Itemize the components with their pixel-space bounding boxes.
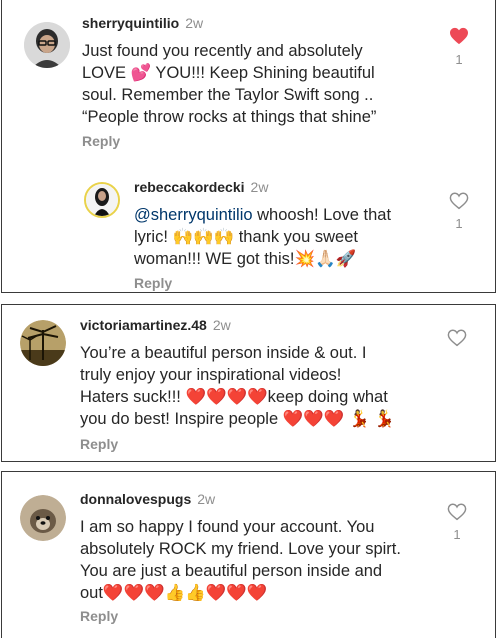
comment-time: 2w bbox=[212, 317, 231, 333]
profile-photo-icon bbox=[20, 495, 66, 541]
heart-filled-icon bbox=[450, 27, 468, 45]
comment-panel: victoriamartinez.48 2w You’re a beautiful… bbox=[1, 304, 496, 462]
avatar-donnalovespugs[interactable] bbox=[20, 495, 66, 541]
reply-button[interactable]: Reply bbox=[80, 608, 118, 624]
comment-line: absolutely ROCK my friend. Love your spi… bbox=[80, 540, 401, 558]
profile-photo-icon bbox=[24, 22, 70, 68]
comment-line: woman!!! WE got this!💥🙏🏻🚀 bbox=[134, 250, 357, 268]
avatar-rebeccakordecki[interactable] bbox=[84, 182, 120, 218]
profile-photo-icon bbox=[20, 320, 66, 366]
comment-username[interactable]: sherryquintilio 2w bbox=[82, 15, 203, 31]
comment-line: You are just a beautiful person inside a… bbox=[80, 562, 383, 580]
heart-outline-icon bbox=[447, 329, 467, 347]
comment-time: 2w bbox=[250, 179, 269, 195]
comment-username[interactable]: donnalovespugs 2w bbox=[80, 491, 215, 507]
like-button[interactable] bbox=[448, 192, 470, 210]
comment-text: I am so happy I found your account. You … bbox=[80, 516, 401, 604]
comment-line: Just found you recently and absolutely bbox=[82, 42, 363, 60]
like-button[interactable] bbox=[446, 503, 468, 521]
comment-panel: donnalovespugs 2w I am so happy I found y… bbox=[1, 471, 496, 638]
comment-time: 2w bbox=[185, 15, 204, 31]
mention-link[interactable]: @sherryquintilio bbox=[134, 206, 253, 224]
comment-thread-panel: sherryquintilio 2w Just found you recentl… bbox=[1, 0, 496, 293]
comment-line: LOVE 💕 YOU!!! Keep Shining beautiful bbox=[82, 64, 375, 82]
heart-outline-icon bbox=[447, 503, 467, 521]
comment-text: @sherryquintilio whoosh! Love that lyric… bbox=[134, 204, 391, 270]
like-count: 1 bbox=[455, 52, 463, 67]
comment-line: soul. Remember the Taylor Swift song .. bbox=[82, 86, 374, 104]
comment-line: You’re a beautiful person inside & out. … bbox=[80, 344, 367, 362]
comment-line: you do best! Inspire people ❤️❤️❤️ 💃 💃 bbox=[80, 410, 395, 428]
like-button[interactable] bbox=[446, 329, 468, 347]
reply-button[interactable]: Reply bbox=[82, 133, 120, 149]
like-count: 1 bbox=[455, 216, 463, 231]
like-button[interactable] bbox=[448, 27, 470, 45]
username-text[interactable]: rebeccakordecki bbox=[134, 179, 245, 195]
comment-username[interactable]: rebeccakordecki 2w bbox=[134, 179, 268, 195]
like-count: 1 bbox=[453, 527, 461, 542]
comment-line: @sherryquintilio whoosh! Love that bbox=[134, 204, 391, 226]
comment-text: You’re a beautiful person inside & out. … bbox=[80, 342, 395, 430]
avatar-victoriamartinez[interactable] bbox=[20, 320, 66, 366]
avatar-sherryquintilio[interactable] bbox=[24, 22, 70, 68]
comment-text: Just found you recently and absolutely L… bbox=[82, 40, 376, 128]
comment-line: “People throw rocks at things that shine… bbox=[82, 108, 377, 126]
username-text[interactable]: sherryquintilio bbox=[82, 15, 179, 31]
username-text[interactable]: victoriamartinez.48 bbox=[80, 317, 207, 333]
reply-button[interactable]: Reply bbox=[80, 436, 118, 452]
comment-line: lyric! 🙌🙌🙌 thank you sweet bbox=[134, 228, 358, 246]
username-text[interactable]: donnalovespugs bbox=[80, 491, 191, 507]
comment-line-rest: whoosh! Love that bbox=[252, 206, 392, 224]
comment-line: truly enjoy your inspirational videos! bbox=[80, 366, 342, 384]
comment-username[interactable]: victoriamartinez.48 2w bbox=[80, 317, 231, 333]
heart-outline-icon bbox=[449, 192, 469, 210]
comment-line: Haters suck!!! ❤️❤️❤️❤️keep doing what bbox=[80, 388, 388, 406]
comment-line: I am so happy I found your account. You bbox=[80, 518, 375, 536]
reply-button[interactable]: Reply bbox=[134, 275, 172, 291]
comment-line: out❤️❤️❤️👍👍❤️❤️❤️ bbox=[80, 584, 268, 602]
profile-photo-icon bbox=[86, 184, 118, 216]
comment-time: 2w bbox=[197, 491, 216, 507]
